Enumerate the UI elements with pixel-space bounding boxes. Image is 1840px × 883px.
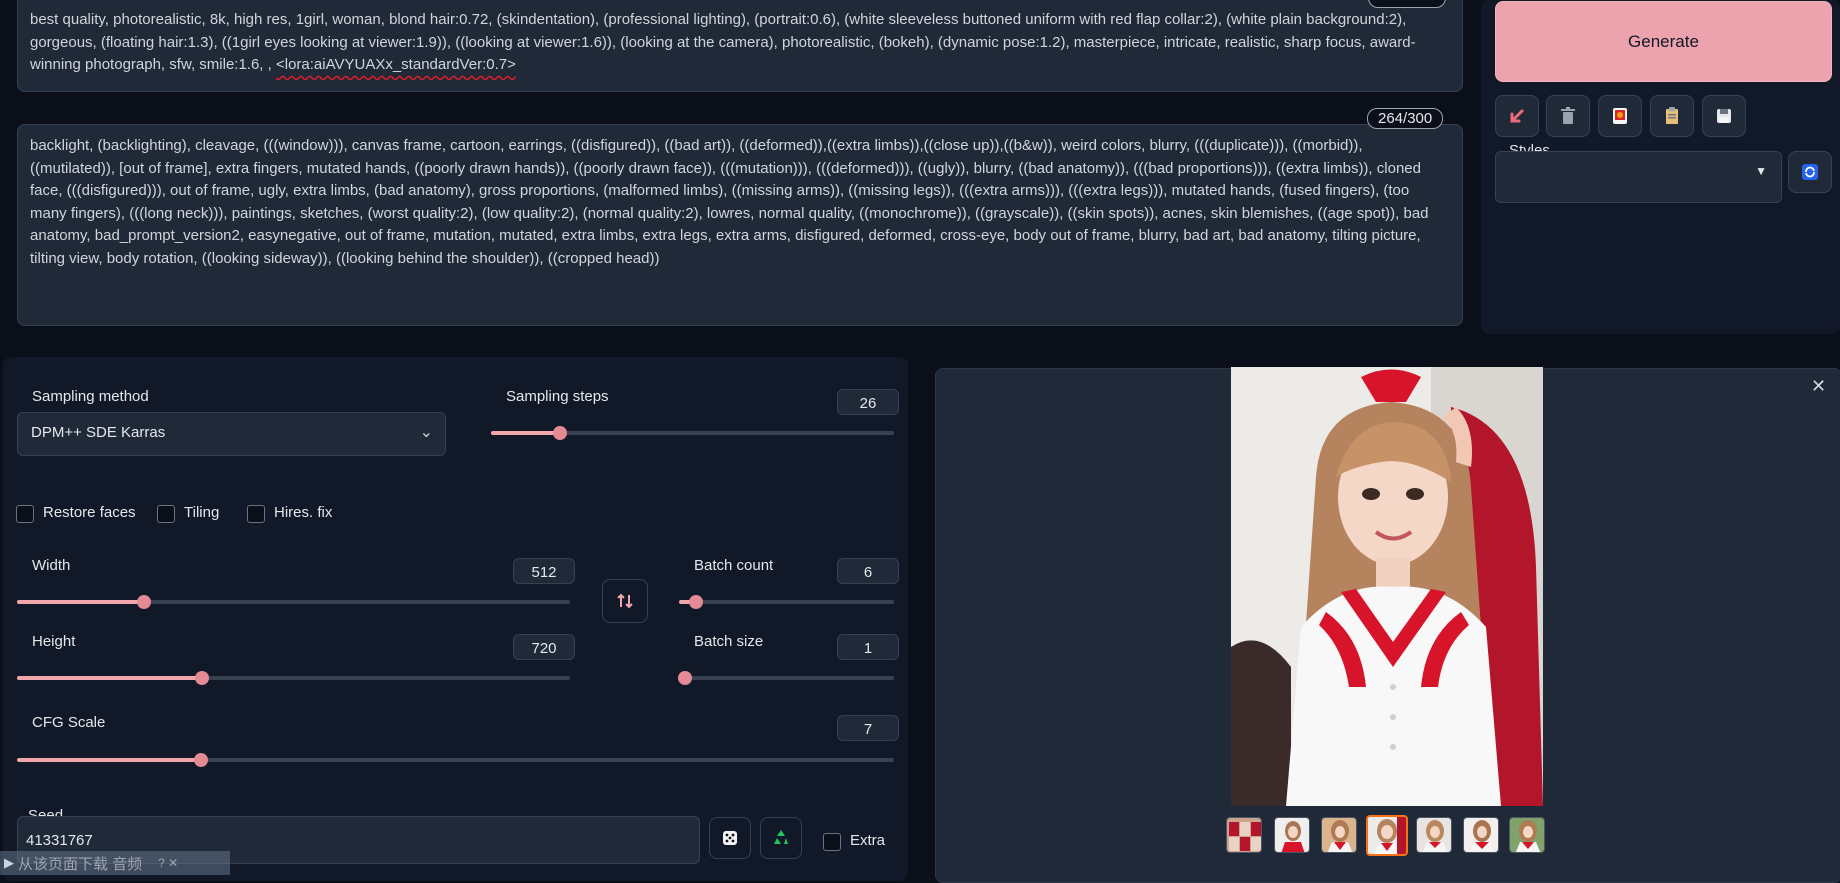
batch-count-input[interactable]: 6 [837,558,899,584]
negative-prompt-text: backlight, (backlighting), cleavage, (((… [30,137,1429,267]
reuse-seed-button[interactable] [760,817,802,859]
generate-button[interactable]: Generate [1495,1,1832,82]
sampling-method-dropdown[interactable]: DPM++ SDE Karras ⌄ [17,412,446,456]
extra-seed-checkbox[interactable] [823,833,841,851]
height-input[interactable]: 720 [513,634,575,660]
lora-tag: <lora:aiAVYUAXx_standardVer:0.7> [275,56,516,73]
batch-size-thumb[interactable] [678,671,692,685]
chevron-down-icon: ▼ [1755,164,1767,178]
chevron-down-icon: ⌄ [419,424,433,441]
positive-token-counter [1368,0,1446,8]
restore-faces-label: Restore faces [43,504,136,521]
hires-fix-checkbox[interactable] [247,505,265,523]
batch-size-label: Batch size [694,633,764,650]
clear-prompt-button[interactable] [1546,95,1590,137]
apply-style-button[interactable] [1650,95,1694,137]
gallery-thumbnail-6[interactable] [1463,817,1499,853]
refresh-styles-button[interactable] [1788,151,1832,193]
positive-prompt-text: best quality, photorealistic, 8k, high r… [30,11,1416,73]
picture-card-icon [1613,108,1627,124]
height-label: Height [32,633,76,650]
download-overlay-extra: ? ✕ [158,856,179,870]
batch-size-input[interactable]: 1 [837,634,899,660]
gallery-thumbnail-4-selected[interactable] [1366,815,1408,856]
batch-count-label: Batch count [694,557,774,574]
sampling-method-value: DPM++ SDE Karras [31,424,166,441]
gallery-thumbnail-2[interactable] [1274,817,1310,853]
download-overlay-text: 从该页面下载 音频 [18,855,143,873]
generated-image[interactable] [1231,367,1543,806]
positive-prompt-textarea[interactable]: best quality, photorealistic, 8k, high r… [17,0,1463,92]
batch-count-slider[interactable] [679,595,894,609]
sampling-steps-thumb[interactable] [552,426,567,440]
gallery-thumbnail-7[interactable] [1509,817,1545,853]
gallery-thumbnail-5[interactable] [1416,817,1452,853]
random-seed-button[interactable] [709,817,751,859]
save-style-button[interactable] [1702,95,1746,137]
generate-label: Generate [1628,31,1699,51]
download-overlay-bar[interactable]: ▶ 从该页面下载 音频 ? ✕ [0,851,230,875]
height-slider[interactable] [17,671,570,685]
negative-prompt-textarea[interactable]: backlight, (backlighting), cleavage, (((… [17,124,1463,326]
sampling-steps-slider[interactable] [491,426,894,440]
close-icon[interactable]: ✕ [1811,376,1826,397]
tiling-checkbox[interactable] [157,505,175,523]
play-icon: ▶ [4,855,14,870]
clipboard-icon [1666,107,1678,124]
width-slider[interactable] [17,595,570,609]
sampling-method-label: Sampling method [32,388,149,405]
extra-seed-label: Extra [850,832,886,849]
cfg-scale-slider[interactable] [17,753,894,767]
width-input[interactable]: 512 [513,558,575,584]
negative-token-counter: 264/300 [1367,108,1444,129]
tiling-label: Tiling [184,504,220,521]
styles-dropdown[interactable]: ▼ [1495,151,1782,203]
batch-size-slider[interactable] [678,671,894,685]
gallery-thumbnail-3[interactable] [1321,817,1357,853]
floppy-disk-icon [1717,109,1731,123]
dice-icon [723,831,737,845]
width-label: Width [32,557,71,574]
trash-icon [1561,107,1575,124]
arrow-down-left-icon [1510,109,1524,123]
extra-networks-button[interactable] [1598,95,1642,137]
gallery-thumbnail-1[interactable] [1226,817,1262,853]
restore-faces-checkbox[interactable] [16,505,34,523]
cfg-scale-label: CFG Scale [32,714,106,731]
refresh-icon [1802,164,1818,180]
swap-dimensions-button[interactable] [602,579,648,623]
cfg-scale-input[interactable]: 7 [837,715,899,741]
sampling-steps-label: Sampling steps [506,388,609,405]
read-params-button[interactable] [1495,95,1539,137]
seed-value: 41331767 [26,832,93,849]
hires-fix-label: Hires. fix [274,504,333,521]
recycle-icon [774,830,788,844]
swap-vertical-icon [617,593,633,609]
sampling-steps-input[interactable]: 26 [837,389,899,415]
